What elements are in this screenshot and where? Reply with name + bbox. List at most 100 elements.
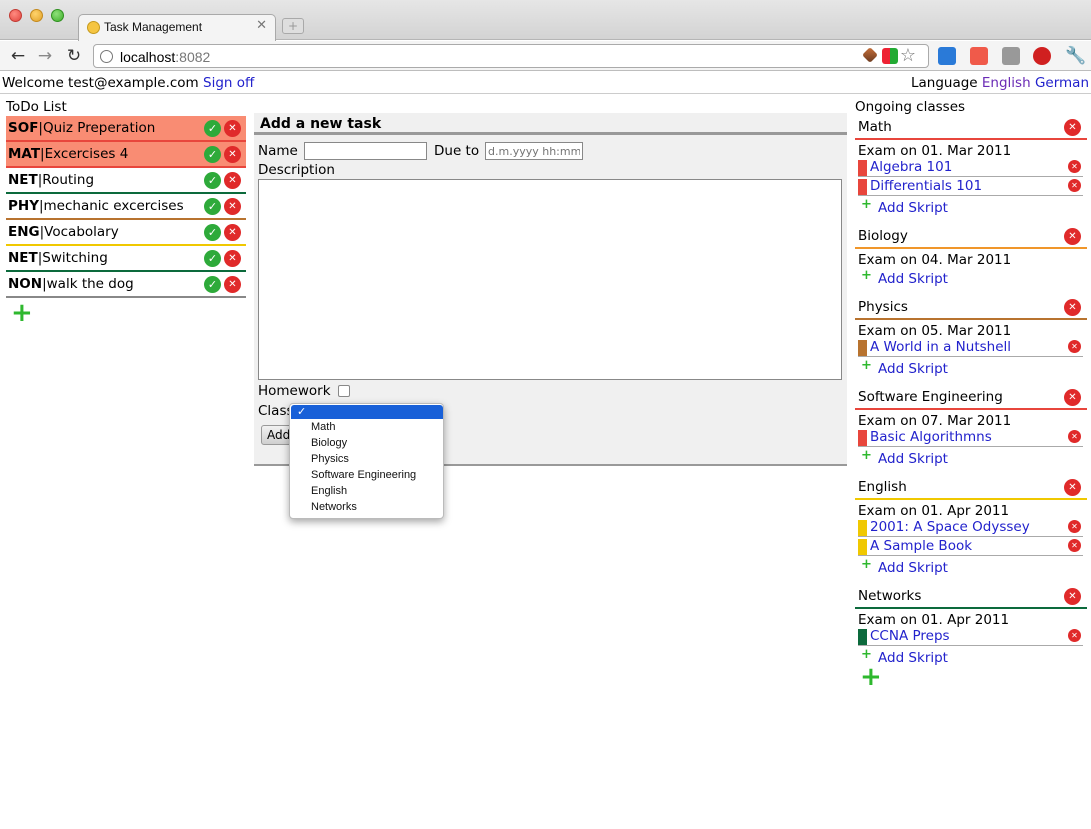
skript-item: A Sample Book ✕ xyxy=(858,538,1083,556)
close-circle-icon[interactable]: ✕ xyxy=(1068,160,1081,173)
skript-link[interactable]: A World in a Nutshell xyxy=(870,339,1011,355)
todo-item-text: MAT|Excercises 4 xyxy=(8,146,128,162)
add-extension-icon[interactable] xyxy=(970,47,988,65)
checkmark-icon[interactable]: ✓ xyxy=(204,276,221,293)
tab-close-icon[interactable]: ✕ xyxy=(256,18,267,33)
welcome-bar: Welcome test@example.com Sign off xyxy=(2,75,254,91)
checkmark-icon[interactable]: ✓ xyxy=(204,250,221,267)
skript-link[interactable]: Basic Algorithmns xyxy=(870,429,992,445)
add-skript-link[interactable]: Add Skript xyxy=(878,271,948,287)
class-option-biology[interactable]: Biology xyxy=(311,435,347,451)
address-bar[interactable]: localhost:8082 ☆ xyxy=(93,44,929,68)
close-circle-icon[interactable]: ✕ xyxy=(1068,430,1081,443)
window-maximize-button[interactable] xyxy=(51,9,64,22)
homework-checkbox[interactable] xyxy=(338,385,350,397)
class-header: Physics ✕ xyxy=(855,297,1087,320)
close-circle-icon[interactable]: ✕ xyxy=(224,120,241,137)
checkmark-icon[interactable]: ✓ xyxy=(204,146,221,163)
plus-icon[interactable]: + xyxy=(861,448,872,463)
close-circle-icon[interactable]: ✕ xyxy=(1068,539,1081,552)
skript-link[interactable]: A Sample Book xyxy=(870,538,972,554)
reload-icon[interactable]: ↻ xyxy=(63,45,85,67)
add-skript-link[interactable]: Add Skript xyxy=(878,560,948,576)
class-option-physics[interactable]: Physics xyxy=(311,451,349,467)
close-circle-icon[interactable]: ✕ xyxy=(224,276,241,293)
close-circle-icon[interactable]: ✕ xyxy=(1064,119,1081,136)
class-option-software-engineering[interactable]: Software Engineering xyxy=(311,467,416,483)
window-close-button[interactable] xyxy=(9,9,22,22)
download-extension-icon[interactable] xyxy=(938,47,956,65)
close-circle-icon[interactable]: ✕ xyxy=(1068,340,1081,353)
add-class-plus-icon[interactable]: + xyxy=(860,664,882,690)
skript-link[interactable]: 2001: A Space Odyssey xyxy=(870,519,1030,535)
close-circle-icon[interactable]: ✕ xyxy=(224,172,241,189)
forward-icon[interactable]: → xyxy=(34,45,56,67)
plus-icon[interactable]: + xyxy=(861,358,872,373)
new-tab-button[interactable]: + xyxy=(282,18,304,34)
description-textarea[interactable] xyxy=(258,179,842,380)
close-circle-icon[interactable]: ✕ xyxy=(1068,179,1081,192)
skript-link[interactable]: CCNA Preps xyxy=(870,628,950,644)
close-circle-icon[interactable]: ✕ xyxy=(1064,479,1081,496)
extension-icon[interactable] xyxy=(882,48,898,64)
page-header: Welcome test@example.com Sign off Langua… xyxy=(0,72,1091,94)
close-circle-icon[interactable]: ✕ xyxy=(224,250,241,267)
class-option-empty[interactable]: ✓ xyxy=(291,405,443,419)
plus-icon[interactable]: + xyxy=(861,268,872,283)
close-circle-icon[interactable]: ✕ xyxy=(1068,520,1081,533)
close-circle-icon[interactable]: ✕ xyxy=(224,224,241,241)
todo-item[interactable]: SOF|Quiz Preperation ✓ ✕ xyxy=(6,116,246,142)
due-date-input[interactable] xyxy=(485,142,583,160)
todo-item[interactable]: MAT|Excercises 4 ✓ ✕ xyxy=(6,142,246,168)
satellite-extension-icon[interactable] xyxy=(1002,47,1020,65)
close-circle-icon[interactable]: ✕ xyxy=(224,198,241,215)
window-minimize-button[interactable] xyxy=(30,9,43,22)
skript-link[interactable]: Differentials 101 xyxy=(870,178,982,194)
add-skript-link[interactable]: Add Skript xyxy=(878,361,948,377)
close-circle-icon[interactable]: ✕ xyxy=(1068,629,1081,642)
todo-item[interactable]: NON|walk the dog ✓ ✕ xyxy=(6,272,246,298)
bookmark-star-icon[interactable]: ☆ xyxy=(900,45,916,66)
todo-item[interactable]: NET|Routing ✓ ✕ xyxy=(6,168,246,194)
class-color-swatch xyxy=(858,629,867,645)
todo-item[interactable]: ENG|Vocabolary ✓ ✕ xyxy=(6,220,246,246)
close-circle-icon[interactable]: ✕ xyxy=(1064,228,1081,245)
skript-link[interactable]: Algebra 101 xyxy=(870,159,952,175)
todo-item[interactable]: NET|Switching ✓ ✕ xyxy=(6,246,246,272)
todo-item[interactable]: PHY|mechanic excercises ✓ ✕ xyxy=(6,194,246,220)
checkmark-icon[interactable]: ✓ xyxy=(204,198,221,215)
plus-icon[interactable]: + xyxy=(861,647,872,662)
back-icon[interactable]: ← xyxy=(7,45,29,67)
language-german-link[interactable]: German xyxy=(1035,75,1089,91)
wrench-icon[interactable]: 🔧 xyxy=(1065,47,1086,65)
globe-icon xyxy=(100,50,113,63)
class-option-math[interactable]: Math xyxy=(311,419,335,435)
add-skript-link[interactable]: Add Skript xyxy=(878,650,948,666)
todo-item-code: ENG xyxy=(8,224,40,240)
classes-title: Ongoing classes xyxy=(855,99,966,115)
checkmark-icon[interactable]: ✓ xyxy=(204,120,221,137)
close-circle-icon[interactable]: ✕ xyxy=(1064,389,1081,406)
add-skript-link[interactable]: Add Skript xyxy=(878,200,948,216)
class-body: Exam on 07. Mar 2011 Basic Algorithmns ✕ + A… xyxy=(855,410,1087,477)
class-body: Exam on 01. Mar 2011 Algebra 101 ✕ Differen… xyxy=(855,140,1087,226)
exam-date: Exam on 05. Mar 2011 xyxy=(858,323,1012,339)
checkmark-icon[interactable]: ✓ xyxy=(204,224,221,241)
plus-icon[interactable]: + xyxy=(861,197,872,212)
class-option-english[interactable]: English xyxy=(311,483,347,499)
add-todo-plus-icon[interactable]: + xyxy=(11,300,33,326)
class-select-dropdown[interactable]: ✓ Math Biology Physics Software Engineer… xyxy=(289,403,444,519)
sign-off-link[interactable]: Sign off xyxy=(203,75,254,91)
close-circle-icon[interactable]: ✕ xyxy=(1064,588,1081,605)
add-skript-link[interactable]: Add Skript xyxy=(878,451,948,467)
checkmark-icon[interactable]: ✓ xyxy=(204,172,221,189)
class-option-networks[interactable]: Networks xyxy=(311,499,357,515)
browser-tab[interactable]: Task Management ✕ xyxy=(78,14,276,41)
extension-icon[interactable] xyxy=(862,47,878,63)
close-circle-icon[interactable]: ✕ xyxy=(1064,299,1081,316)
name-input[interactable] xyxy=(304,142,427,160)
notification-extension-icon[interactable] xyxy=(1033,47,1051,65)
language-english-link[interactable]: English xyxy=(982,75,1031,91)
plus-icon[interactable]: + xyxy=(861,557,872,572)
close-circle-icon[interactable]: ✕ xyxy=(224,146,241,163)
